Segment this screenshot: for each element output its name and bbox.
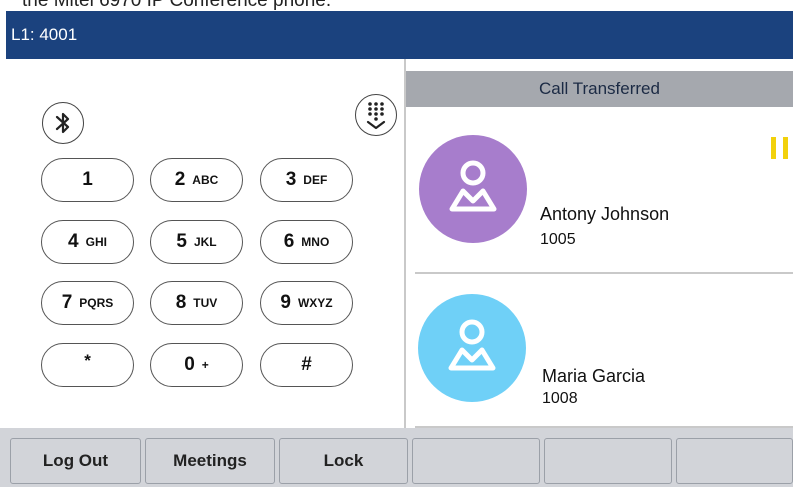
avatar <box>419 135 527 243</box>
key-digit: 7 <box>61 292 73 313</box>
key-2[interactable]: 2 ABC <box>150 158 243 202</box>
key-7[interactable]: 7 PQRS <box>41 281 134 325</box>
line-header: L1: 4001 <box>6 11 793 59</box>
call-status-bar: Call Transferred <box>406 71 793 107</box>
call-status-text: Call Transferred <box>539 79 660 98</box>
key-hash[interactable]: # <box>260 343 353 387</box>
key-letters: + <box>201 358 209 372</box>
softkey-log-out[interactable]: Log Out <box>10 438 141 484</box>
key-3[interactable]: 3 DEF <box>260 158 353 202</box>
key-6[interactable]: 6 MNO <box>260 220 353 264</box>
key-digit: 8 <box>175 292 187 313</box>
key-letters: TUV <box>193 296 218 310</box>
person-icon <box>449 160 497 212</box>
key-digit: 0 <box>184 354 195 375</box>
call-item[interactable]: Antony Johnson 1005 <box>406 107 793 274</box>
key-letters: GHI <box>85 235 107 249</box>
key-digit: 6 <box>283 231 295 252</box>
key-1[interactable]: 1 <box>41 158 134 202</box>
softkey-label: Meetings <box>173 451 247 470</box>
key-letters: MNO <box>301 235 330 249</box>
key-digit: 5 <box>176 231 187 252</box>
key-letters: JKL <box>193 235 217 249</box>
call-panel: Call Transferred Antony Johnson 1005 Mar… <box>406 59 793 428</box>
caller-name: Maria Garcia <box>542 366 646 386</box>
key-8[interactable]: 8 TUV <box>150 281 243 325</box>
key-letters: DEF <box>303 173 328 187</box>
key-star[interactable]: * <box>41 343 134 387</box>
softkey-empty[interactable] <box>676 438 793 484</box>
caller-number: 1005 <box>540 231 576 248</box>
call-item[interactable]: Maria Garcia 1008 <box>406 273 793 428</box>
caller-name: Antony Johnson <box>540 204 670 224</box>
dialpad-collapse-icon <box>366 102 386 130</box>
hold-pause-icon <box>771 137 791 159</box>
softkey-label: Log Out <box>42 451 109 470</box>
key-4[interactable]: 4 GHI <box>41 220 134 264</box>
softkey-lock[interactable]: Lock <box>279 438 408 484</box>
key-5[interactable]: 5 JKL <box>150 220 243 264</box>
key-digit: # <box>301 354 312 375</box>
dialpad-toggle-button[interactable] <box>355 94 397 136</box>
dialpad-panel: 1 2 ABC 3 DEF 4 GHI 5 JKL 6 MNO 7 PQRS 8… <box>6 59 406 428</box>
key-digit: 2 <box>174 169 186 190</box>
bluetooth-button[interactable] <box>42 102 84 144</box>
softkey-meetings[interactable]: Meetings <box>145 438 275 484</box>
softkey-empty[interactable] <box>412 438 540 484</box>
person-icon <box>448 319 496 371</box>
key-digit: 4 <box>68 231 79 252</box>
key-letters: WXYZ <box>297 296 333 310</box>
key-digit: 1 <box>82 169 93 190</box>
avatar <box>418 294 526 402</box>
line-label: L1: 4001 <box>11 25 78 44</box>
key-letters: ABC <box>192 173 219 187</box>
page-caption: the Mitel 6970 IP Conference phone. <box>22 0 332 11</box>
softkey-bar: Log Out Meetings Lock <box>0 428 793 487</box>
softkey-empty[interactable] <box>544 438 672 484</box>
key-digit: 9 <box>280 292 291 313</box>
key-0[interactable]: 0 + <box>150 343 243 387</box>
bluetooth-icon <box>55 112 70 134</box>
caller-number: 1008 <box>542 390 578 407</box>
softkey-label: Lock <box>323 451 364 470</box>
key-9[interactable]: 9 WXYZ <box>260 281 353 325</box>
key-digit: * <box>84 351 91 370</box>
key-letters: PQRS <box>79 296 114 310</box>
key-digit: 3 <box>285 169 297 190</box>
